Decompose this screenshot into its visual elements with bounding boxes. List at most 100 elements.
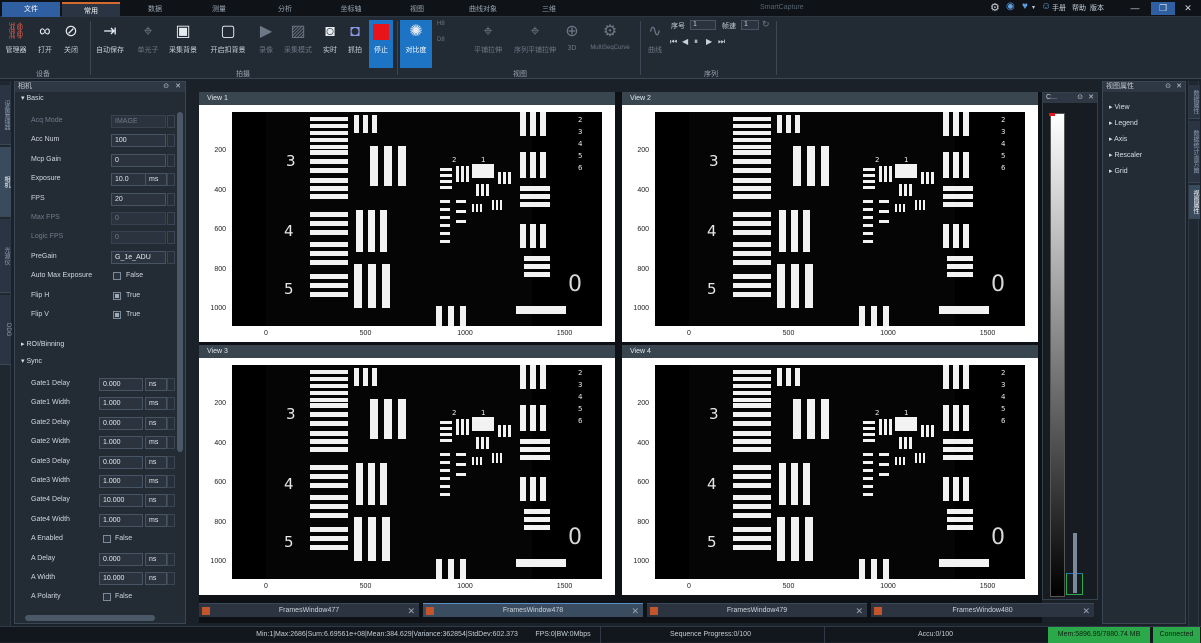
version-link[interactable]: 版本 (1090, 3, 1104, 13)
globe-icon[interactable]: ◉ (1006, 1, 1015, 12)
unit-select[interactable]: ms (145, 173, 167, 187)
image-plot[interactable]: 3 4 5 2 1 0 2 3 4 5 6 (655, 112, 1025, 326)
unit-select[interactable]: ns (145, 455, 167, 469)
image-plot[interactable]: 3 4 5 2 1 0 2 3 4 5 6 (655, 365, 1025, 579)
property-value-field[interactable]: G_1e_ADU (111, 250, 166, 264)
close-panel-icon[interactable]: ✕ (1176, 82, 1182, 92)
checkbox[interactable] (103, 535, 111, 544)
property-value-field[interactable]: 1.000 (99, 397, 143, 411)
tab-view-properties[interactable]: 视图属性 (1189, 185, 1200, 219)
play-icon[interactable]: ▶ (706, 37, 712, 47)
close-panel-icon[interactable]: ✕ (175, 82, 181, 92)
unit-select[interactable]: ns (145, 572, 167, 585)
close-tab-icon[interactable]: ✕ (1082, 604, 1090, 618)
restore-icon[interactable]: ❐ (1151, 2, 1175, 15)
spinner-icon[interactable] (167, 494, 175, 508)
h8-label[interactable]: H8 (437, 21, 445, 31)
spinner-icon[interactable] (167, 572, 175, 585)
spinner-icon[interactable] (167, 455, 175, 469)
tab-ddg[interactable]: DDG (0, 295, 11, 365)
spinner-icon[interactable] (167, 397, 175, 411)
manager-button[interactable]: ⛓ 管理器 (3, 20, 29, 68)
tab-frames-window-478[interactable]: FramesWindow478 ✕ (423, 603, 643, 617)
tab-data[interactable]: 数据 (126, 2, 184, 17)
capture-background-button[interactable]: ▣ 采集背景 (166, 20, 200, 68)
close-panel-icon[interactable]: ✕ (1088, 93, 1094, 103)
tile-stretch-button[interactable]: ⌖ 平铺拉伸 (470, 20, 506, 68)
prev-frame-icon[interactable]: ◀ (682, 37, 688, 47)
view-window[interactable]: View 1 3 4 5 2 1 0 2 3 4 5 6 200 400 600 800 1000 0 500 100… (199, 92, 615, 342)
unit-select[interactable]: ns (145, 552, 167, 566)
refresh-icon[interactable]: ↻ (762, 19, 770, 29)
tab-3d[interactable]: 三维 (520, 2, 578, 17)
unit-select[interactable]: ns (145, 416, 167, 430)
prop-legend[interactable]: ▸ Legend (1109, 119, 1138, 127)
tab-curve-object[interactable]: 曲线对象 (454, 2, 512, 17)
panel-hscrollbar[interactable] (25, 615, 155, 621)
enable-bg-subtract-button[interactable]: ▢ 开启扣背景 (206, 20, 250, 68)
spinner-icon[interactable] (167, 513, 175, 527)
pin-icon[interactable]: ⊙ (1165, 82, 1171, 92)
multi-seq-curve-button[interactable]: ⚙ MultiSeqCurve (584, 20, 636, 68)
tab-measure[interactable]: 测量 (190, 2, 248, 17)
manual-link[interactable]: 手册 (1052, 3, 1066, 13)
last-frame-icon[interactable]: ⏭ (718, 37, 725, 47)
tab-common[interactable]: 常用 (62, 2, 120, 17)
settings-icon[interactable]: ⚙ (990, 1, 1000, 14)
property-value-field[interactable]: 10.000 (99, 494, 143, 508)
spinner-icon[interactable] (167, 173, 175, 187)
record-button[interactable]: ▶ 录像 (254, 20, 278, 68)
contrast-button[interactable]: ✺ 对比度 (400, 20, 432, 68)
speed-input[interactable]: 1 (741, 20, 759, 30)
unit-select[interactable]: ms (145, 475, 167, 488)
spinner-icon[interactable] (167, 552, 175, 566)
close-icon[interactable]: ✕ (1176, 2, 1200, 15)
capture-mode-button[interactable]: ▨ 采集模式 (280, 20, 316, 68)
section-basic[interactable]: ▾ Basic (21, 94, 44, 102)
close-tab-icon[interactable]: ✕ (855, 604, 863, 618)
tab-data-properties[interactable]: 数据属性 (1189, 85, 1200, 119)
spinner-icon[interactable] (167, 250, 175, 264)
property-value-field[interactable]: 10.000 (99, 572, 143, 585)
unit-select[interactable]: ms (145, 397, 167, 411)
open-button[interactable]: ∞ 打开 (32, 20, 58, 68)
property-value-field[interactable]: 20 (111, 192, 166, 206)
spinner-icon[interactable] (167, 134, 175, 148)
unit-select[interactable]: ns (145, 494, 167, 508)
prop-axis[interactable]: ▸ Axis (1109, 135, 1127, 143)
checkbox[interactable] (103, 593, 111, 602)
tab-analysis[interactable]: 分析 (256, 2, 314, 17)
property-value-field[interactable]: 1.000 (99, 513, 143, 527)
property-value-field[interactable]: 1.000 (99, 475, 143, 488)
first-frame-icon[interactable]: ⏮ (670, 37, 677, 47)
close-tab-icon[interactable]: ✕ (631, 604, 639, 618)
image-plot[interactable]: 3 4 5 2 1 0 2 3 4 5 6 (232, 365, 602, 579)
property-value-field[interactable]: 0.000 (99, 416, 143, 430)
close-device-button[interactable]: ⊘ 关闭 (58, 20, 84, 68)
property-value-field[interactable]: 100 (111, 134, 166, 148)
tab-frames-window-479[interactable]: FramesWindow479 ✕ (647, 603, 867, 617)
single-photon-button[interactable]: ⌖ 单光子 (134, 20, 162, 68)
dropdown-icon[interactable]: ▾ (1032, 4, 1035, 11)
unit-select[interactable]: ms (145, 513, 167, 527)
view-window[interactable]: View 2 3 4 5 2 1 0 2 3 4 5 6 200 400 600 800 1000 0 500 100… (622, 92, 1038, 342)
spinner-icon[interactable] (167, 153, 175, 167)
seq-input[interactable]: 1 (690, 20, 716, 30)
spinner-icon[interactable] (167, 475, 175, 488)
tab-view[interactable]: 视图 (388, 2, 446, 17)
spinner-icon[interactable] (167, 436, 175, 450)
prop-rescaler[interactable]: ▸ Rescaler (1109, 151, 1142, 159)
property-value-field[interactable]: 0.000 (99, 455, 143, 469)
user-icon[interactable]: ☺ (1041, 1, 1051, 12)
prop-grid[interactable]: ▸ Grid (1109, 167, 1128, 175)
colorbar-gradient[interactable] (1050, 113, 1065, 597)
view-window[interactable]: View 3 3 4 5 2 1 0 2 3 4 5 6 200 400 600 800 1000 0 500 100… (199, 345, 615, 595)
minimize-icon[interactable]: — (1123, 2, 1147, 15)
section-roi-binning[interactable]: ▸ ROI/Binning (21, 340, 64, 348)
help-link[interactable]: 帮助 (1072, 3, 1086, 13)
prop-view[interactable]: ▸ View (1109, 103, 1130, 111)
snap-button[interactable]: ◘ 抓拍 (343, 20, 367, 68)
close-tab-icon[interactable]: ✕ (407, 604, 415, 618)
tab-light-source[interactable]: 光源仪 (0, 219, 11, 293)
curve-button[interactable]: ∿ 曲线 (644, 20, 666, 68)
